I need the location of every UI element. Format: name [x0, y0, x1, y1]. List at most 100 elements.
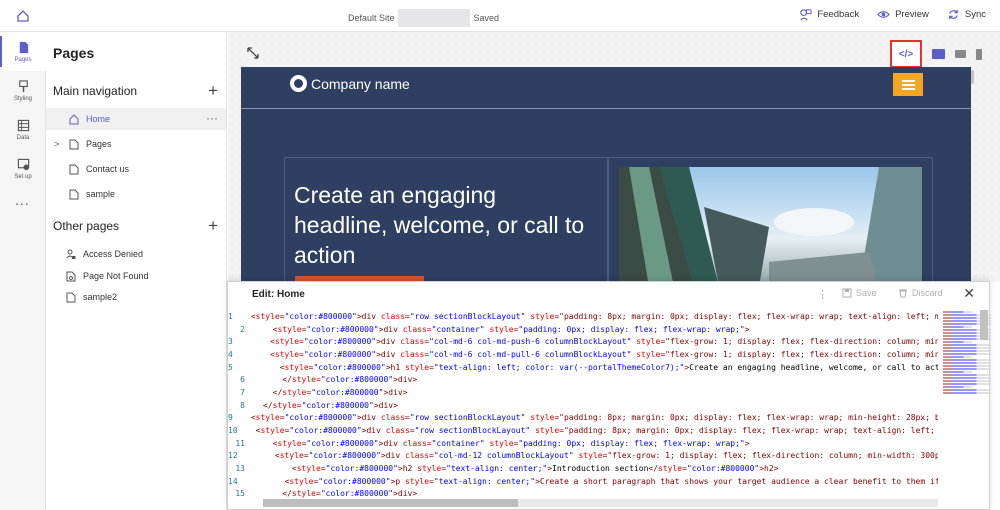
code-vertical-scrollbar[interactable] [980, 310, 988, 340]
home-icon[interactable] [15, 8, 31, 24]
save-icon [842, 288, 852, 298]
save-button[interactable]: Save [842, 288, 877, 298]
code-line[interactable]: 14 <style="color:#800000">p style="text-… [228, 475, 938, 488]
code-text: </style="color:#800000">div> [263, 375, 418, 385]
left-rail: Pages Styling Data Set up ... [0, 32, 46, 510]
add-page-main-nav-button[interactable]: + [208, 82, 218, 99]
hero-image[interactable] [619, 167, 922, 282]
feedback-button[interactable]: Feedback [799, 8, 859, 21]
code-text: <style="color:#800000">div class="contai… [263, 438, 750, 448]
more-options-icon[interactable]: ··· [206, 111, 218, 125]
user-lock-icon [66, 249, 76, 259]
code-line[interactable]: 1 <style="color:#800000">div class="row s… [228, 310, 938, 323]
rail-item-pages[interactable]: Pages [0, 32, 46, 71]
view-controls: </> [890, 40, 982, 68]
code-icon: </> [898, 48, 914, 60]
nav-item-label: Pages [86, 139, 112, 149]
code-line[interactable]: 10 <style="color:#800000">div class="row … [228, 424, 938, 437]
rail-item-setup[interactable]: Set up [0, 149, 46, 188]
minimap-line [943, 386, 972, 388]
pages-icon [19, 41, 28, 53]
code-line[interactable]: 9 <style="color:#800000">div class="row s… [228, 412, 938, 425]
minimap-line [943, 374, 991, 376]
rail-item-styling[interactable]: Styling [0, 71, 46, 110]
save-status: Saved [473, 13, 500, 23]
home-icon [69, 113, 79, 124]
add-other-page-button[interactable]: + [208, 217, 218, 234]
hamburger-menu-icon[interactable] [893, 73, 923, 96]
preview-button[interactable]: Preview [877, 8, 929, 21]
line-number: 14 [228, 476, 238, 486]
code-line[interactable]: 6 </style="color:#800000">div> [228, 373, 938, 386]
nav-item-home[interactable]: Home ··· [46, 108, 226, 130]
minimap-line [943, 383, 991, 385]
expand-icon[interactable] [246, 46, 260, 60]
code-text: </style="color:#800000">div> [263, 400, 398, 410]
minimap-line [943, 353, 991, 355]
site-header: Company name [241, 67, 971, 109]
code-line[interactable]: 8 </style="color:#800000">div> [228, 399, 938, 412]
code-line[interactable]: 11 <style="color:#800000">div class="con… [228, 437, 938, 450]
discard-label: Discard [912, 288, 943, 298]
nav-item-contact-us[interactable]: Contact us [46, 158, 226, 180]
sync-button[interactable]: Sync [947, 8, 986, 21]
eye-icon [877, 11, 890, 18]
line-number: 6 [240, 375, 245, 385]
page-icon [69, 139, 79, 149]
code-line[interactable]: 12 <style="color:#800000">div class="col… [228, 450, 938, 463]
code-editor-panel: Edit: Home ⋮ Save Discard ✕ 1 <style="col… [227, 281, 991, 510]
line-number: 1 [228, 311, 233, 321]
code-line[interactable]: 13 <style="color:#800000">h2 style="text… [228, 462, 938, 475]
more-icon[interactable]: ... [0, 192, 45, 208]
nav-item-sample2[interactable]: sample2 [46, 286, 226, 308]
minimap-line [943, 377, 991, 379]
setup-icon [17, 158, 29, 170]
minimap-line [943, 389, 991, 391]
tablet-view-icon[interactable] [955, 50, 966, 58]
mobile-view-icon[interactable] [976, 48, 982, 60]
desktop-view-icon[interactable] [932, 49, 945, 59]
minimap-line [943, 326, 972, 328]
minimap-line [943, 341, 972, 343]
chevron-right-icon[interactable]: > [54, 139, 59, 149]
redacted-url [397, 9, 470, 27]
line-number: 5 [228, 362, 233, 372]
nav-item-label: sample [86, 189, 116, 199]
nav-item-pages[interactable]: > Pages [46, 133, 226, 155]
minimap-line [943, 311, 972, 313]
code-text: <style="color:#800000">p style="text-ali… [255, 476, 938, 486]
rail-item-data[interactable]: Data [0, 110, 46, 149]
minimap-line [943, 350, 991, 352]
nav-item-sample[interactable]: sample [46, 183, 226, 205]
site-logo[interactable]: Company name [290, 75, 410, 92]
minimap-line [943, 368, 991, 370]
rail-label: Data [16, 134, 30, 141]
other-pages-heading: Other pages [53, 219, 120, 233]
minimap-line [943, 365, 991, 367]
nav-item-page-not-found[interactable]: Page Not Found [46, 265, 226, 287]
code-text: <style="color:#800000">h1 style="text-al… [250, 362, 938, 372]
nav-item-label: Contact us [86, 164, 130, 174]
code-horizontal-scrollbar[interactable] [263, 499, 938, 507]
close-icon[interactable]: ✕ [963, 285, 975, 302]
feedback-icon [800, 9, 812, 21]
code-text: <style="color:#800000">div class="row se… [250, 413, 938, 423]
edit-code-button[interactable]: </> [890, 40, 922, 68]
nav-item-access-denied[interactable]: Access Denied [46, 243, 226, 265]
code-text: </style="color:#800000">div> [263, 489, 418, 499]
editor-title: Edit: Home [252, 289, 305, 300]
code-line[interactable]: 3 <style="color:#800000">div class="col-… [228, 335, 938, 348]
hero-headline[interactable]: Create an engaging headline, welcome, or… [294, 180, 594, 270]
line-number: 4 [228, 349, 233, 359]
nav-item-label: Page Not Found [83, 271, 149, 281]
line-number: 3 [228, 337, 233, 347]
more-options-icon[interactable]: ⋮ [817, 288, 828, 301]
code-area[interactable]: 1 <style="color:#800000">div class="row s… [228, 310, 938, 500]
code-line[interactable]: 5 <style="color:#800000">h1 style="text-… [228, 361, 938, 374]
code-line[interactable]: 2 <style="color:#800000">div class="cont… [228, 323, 938, 336]
code-line[interactable]: 4 <style="color:#800000">div class="col-… [228, 348, 938, 361]
code-line[interactable]: 7 </style="color:#800000">div> [228, 386, 938, 399]
rail-label: Set up [14, 173, 32, 180]
page-icon [69, 164, 79, 174]
discard-button[interactable]: Discard [898, 288, 943, 298]
